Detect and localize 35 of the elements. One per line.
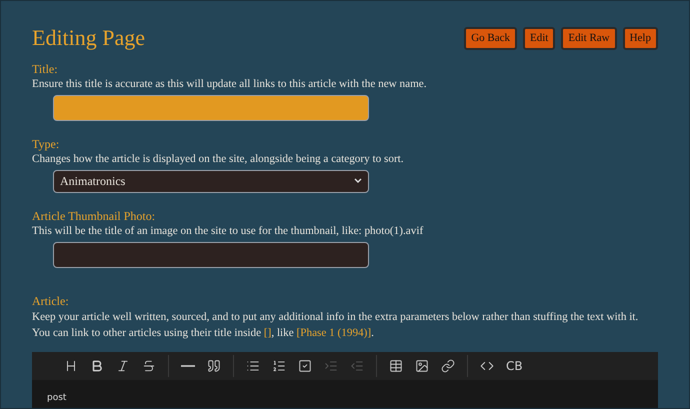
header-button[interactable]: Help	[622, 27, 658, 50]
type-select[interactable]: Animatronics	[53, 170, 369, 192]
checkbox-icon	[298, 358, 312, 372]
page-title: Editing Page	[32, 27, 146, 50]
outdent-icon	[350, 358, 364, 372]
heading-icon	[64, 358, 78, 372]
strikethrough-icon	[142, 358, 156, 372]
input-field[interactable]	[53, 242, 369, 268]
field-label: Type:	[32, 136, 60, 152]
quote-icon	[207, 358, 221, 372]
link-icon	[441, 358, 455, 372]
toolbar-button[interactable]: CB	[502, 354, 527, 376]
inline-link[interactable]: [Phase 1 (1994)]	[296, 326, 372, 338]
horizontal-line-icon	[181, 364, 195, 366]
field-label: Article:	[32, 294, 70, 308]
header-button[interactable]: Edit	[523, 27, 556, 50]
image-icon	[415, 358, 429, 372]
indent-icon	[324, 358, 338, 372]
field-description: Ensure this title is accurate as this will update all links to this article with the new name.	[32, 76, 428, 92]
numbered-list-icon	[272, 358, 286, 372]
select-value: Animatronics	[60, 173, 126, 190]
inline-link[interactable]: []	[264, 326, 272, 338]
field-description: Keep your article well written, sourced, and to put any additional info in the extra parameters below rather than stuffing the text with it. You can link to other articles using their title inside [], like [Phase 1 (1994)].	[32, 310, 640, 340]
field-description: This will be the title of an image on the site to use for the thumbnail, like: photo(1).avif	[32, 224, 424, 238]
editor-text: post	[46, 392, 68, 404]
field-label: Article Thumbnail Photo:	[32, 208, 156, 224]
chevron-down-icon	[354, 178, 362, 184]
italic-icon	[116, 358, 130, 372]
bold-icon	[90, 358, 104, 372]
input-field[interactable]	[53, 94, 369, 120]
field-label: Title:	[32, 62, 59, 76]
header-button[interactable]: Edit Raw	[561, 27, 617, 50]
table-icon	[389, 358, 403, 372]
header-button[interactable]: Go Back	[464, 27, 518, 50]
field-description: Changes how the article is displayed on the site, alongside being a category to sort.	[32, 152, 405, 166]
